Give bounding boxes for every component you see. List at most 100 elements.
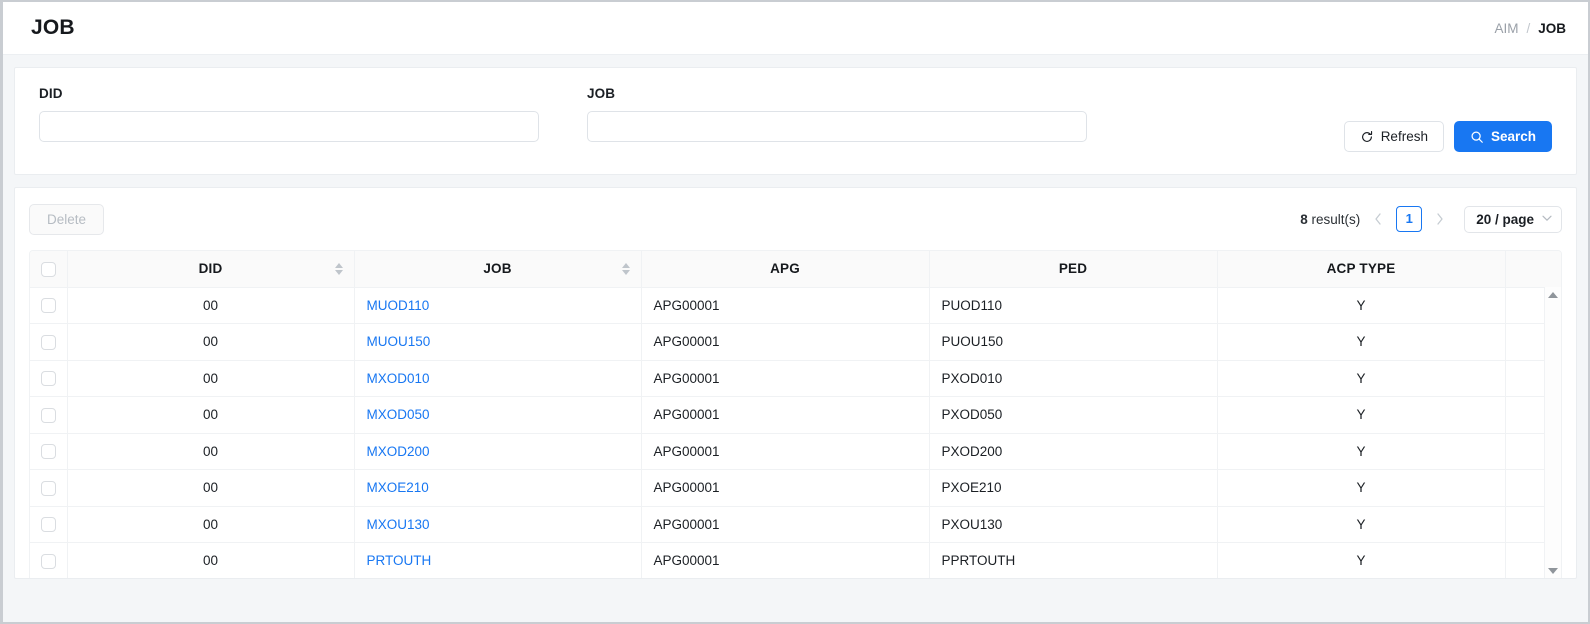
table-row[interactable]: 00MXOD010APG00001PXOD010Y <box>30 360 1561 397</box>
results-panel: Delete 8 result(s) 1 <box>14 187 1577 579</box>
cell-did-value: 00 <box>203 407 218 422</box>
sort-icon-job[interactable] <box>622 263 630 275</box>
table-row[interactable]: 00PRTOUTHAPG00001PPRTOUTHY <box>30 543 1561 580</box>
cell-did-value: 00 <box>203 334 218 349</box>
scroll-down-arrow-icon[interactable] <box>1548 568 1558 574</box>
did-input[interactable] <box>39 111 539 142</box>
page-header: JOB AIM / JOB <box>3 2 1588 55</box>
chevron-right-icon <box>1436 213 1444 225</box>
cell-apg-value: APG00001 <box>654 553 720 568</box>
cell-job: MXOD050 <box>354 397 641 434</box>
column-header-job[interactable]: JOB <box>354 251 641 287</box>
cell-job-value[interactable]: MXOD010 <box>367 371 430 386</box>
chevron-left-icon <box>1374 213 1382 225</box>
cell-apg: APG00001 <box>641 360 929 397</box>
cell-ped: PUOU150 <box>929 324 1217 361</box>
scroll-up-arrow-icon[interactable] <box>1548 292 1558 298</box>
app-window: JOB AIM / JOB DID JOB <box>0 0 1590 624</box>
table-row[interactable]: 00MXOD050APG00001PXOD050Y <box>30 397 1561 434</box>
breadcrumb-item-aim[interactable]: AIM <box>1494 21 1518 36</box>
search-button[interactable]: Search <box>1454 121 1552 152</box>
refresh-button-label: Refresh <box>1381 129 1428 144</box>
refresh-button[interactable]: Refresh <box>1344 121 1444 152</box>
cell-acp-type: Y <box>1217 287 1505 324</box>
delete-button[interactable]: Delete <box>29 204 104 235</box>
row-checkbox[interactable] <box>41 335 56 350</box>
cell-job-value[interactable]: MUOU150 <box>367 334 431 349</box>
cell-did: 00 <box>67 360 354 397</box>
cell-apg-value: APG00001 <box>654 407 720 422</box>
pagination: 8 result(s) 1 20 / page <box>1300 206 1562 233</box>
result-count-number: 8 <box>1300 212 1308 227</box>
column-header-apg-label: APG <box>654 261 917 276</box>
row-checkbox[interactable] <box>41 408 56 423</box>
cell-ped-value: PXOD200 <box>942 444 1003 459</box>
cell-job-value[interactable]: MXOU130 <box>367 517 430 532</box>
column-header-acp-type: ACP TYPE <box>1217 251 1505 287</box>
column-header-did[interactable]: DID <box>67 251 354 287</box>
cell-did-value: 00 <box>203 480 218 495</box>
table-row[interactable]: 00 MUOU150 APG00001 PUOU150 Y <box>30 324 1561 361</box>
page-content: DID JOB Refresh <box>3 55 1588 579</box>
row-select-cell <box>30 397 67 434</box>
row-checkbox[interactable] <box>41 444 56 459</box>
cell-apg: APG00001 <box>641 470 929 507</box>
cell-ped: PXOD010 <box>929 360 1217 397</box>
cell-job: MUOD110 <box>354 287 641 324</box>
table-row[interactable]: 00MXOD200APG00001PXOD200Y <box>30 433 1561 470</box>
refresh-icon <box>1360 130 1374 144</box>
column-header-scroll-gutter <box>1505 251 1561 287</box>
breadcrumb-item-job: JOB <box>1538 21 1566 36</box>
cell-did: 00 <box>67 433 354 470</box>
cell-did-value: 00 <box>203 444 218 459</box>
row-checkbox[interactable] <box>41 554 56 569</box>
cell-acp-type: Y <box>1217 324 1505 361</box>
table-vertical-scrollbar[interactable] <box>1544 287 1561 579</box>
cell-job-value[interactable]: MXOE210 <box>367 480 429 495</box>
cell-acp-type-value: Y <box>1356 298 1365 313</box>
row-checkbox[interactable] <box>41 517 56 532</box>
job-input[interactable] <box>587 111 1087 142</box>
cell-acp-type-value: Y <box>1356 444 1365 459</box>
column-header-apg: APG <box>641 251 929 287</box>
pagination-next-button[interactable] <box>1431 206 1449 232</box>
cell-apg-value: APG00001 <box>654 517 720 532</box>
cell-job: MXOU130 <box>354 506 641 543</box>
cell-ped-value: PUOU150 <box>942 334 1004 349</box>
cell-ped-value: PXOD010 <box>942 371 1003 386</box>
cell-apg: APG00001 <box>641 506 929 543</box>
cell-apg: APG00001 <box>641 324 929 361</box>
cell-ped-value: PUOD110 <box>942 298 1003 313</box>
row-checkbox[interactable] <box>41 371 56 386</box>
row-select-cell <box>30 506 67 543</box>
sort-icon-did[interactable] <box>335 263 343 275</box>
row-checkbox[interactable] <box>41 481 56 496</box>
table-row[interactable]: 00MXOU130APG00001PXOU130Y <box>30 506 1561 543</box>
pagination-page-1[interactable]: 1 <box>1396 206 1422 232</box>
pagination-prev-button[interactable] <box>1369 206 1387 232</box>
select-all-checkbox[interactable] <box>41 262 56 277</box>
search-button-label: Search <box>1491 129 1536 144</box>
table-row[interactable]: 00MUOD110APG00001PUOD110Y <box>30 287 1561 324</box>
cell-ped: PXOD050 <box>929 397 1217 434</box>
cell-acp-type: Y <box>1217 543 1505 580</box>
cell-apg-value: APG00001 <box>654 334 720 349</box>
field-did: DID <box>39 86 539 142</box>
cell-job-value[interactable]: PRTOUTH <box>367 553 432 568</box>
chevron-down-icon <box>1542 214 1552 225</box>
field-label-did: DID <box>39 86 539 101</box>
page-size-select[interactable]: 20 / page <box>1464 206 1562 233</box>
cell-acp-type-value: Y <box>1356 517 1365 532</box>
cell-job-value[interactable]: MXOD050 <box>367 407 430 422</box>
cell-job: MXOE210 <box>354 470 641 507</box>
search-icon <box>1470 130 1484 144</box>
results-table: DID JOB APG PED <box>30 251 1561 579</box>
table-row[interactable]: 00MXOE210APG00001PXOE210Y <box>30 470 1561 507</box>
row-checkbox[interactable] <box>41 298 56 313</box>
cell-job-value[interactable]: MXOD200 <box>367 444 430 459</box>
table-header-row: DID JOB APG PED <box>30 251 1561 287</box>
cell-job-value[interactable]: MUOD110 <box>367 298 430 313</box>
page-title: JOB <box>31 16 75 40</box>
cell-did-value: 00 <box>203 371 218 386</box>
cell-did: 00 <box>67 470 354 507</box>
